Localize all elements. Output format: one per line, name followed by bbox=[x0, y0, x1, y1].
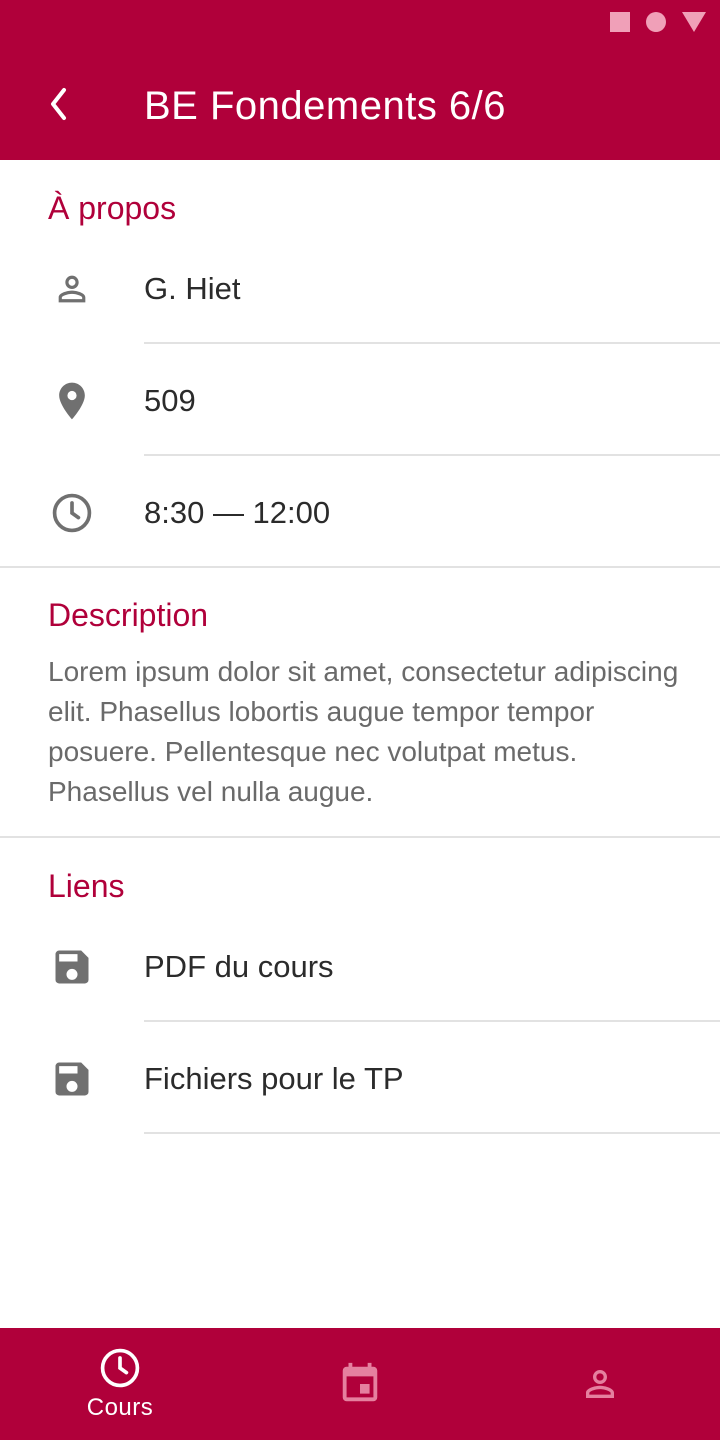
calendar-icon bbox=[342, 1362, 378, 1402]
person-icon bbox=[48, 233, 96, 345]
clock-icon bbox=[48, 457, 96, 569]
link-label: Fichiers pour le TP bbox=[144, 1061, 404, 1096]
chevron-left-icon bbox=[51, 88, 66, 120]
divider bbox=[144, 454, 720, 456]
teacher-row: G. Hiet bbox=[0, 233, 720, 345]
divider bbox=[144, 1132, 720, 1134]
bottom-navigation: Cours bbox=[0, 1328, 720, 1440]
about-section-title: À propos bbox=[48, 190, 177, 226]
room-number: 509 bbox=[144, 383, 196, 418]
room-row: 509 bbox=[0, 345, 720, 457]
section-divider bbox=[0, 836, 720, 838]
divider bbox=[144, 1020, 720, 1022]
app-bar: BE Fondements 6/6 bbox=[0, 0, 720, 160]
nav-tab-profile[interactable] bbox=[480, 1328, 720, 1440]
status-bar bbox=[610, 12, 706, 32]
location-pin-icon bbox=[48, 345, 96, 457]
links-section-title: Liens bbox=[48, 868, 125, 904]
person-icon bbox=[586, 1370, 614, 1398]
description-text: Lorem ipsum dolor sit amet, consectetur … bbox=[48, 656, 679, 807]
nav-tab-calendar[interactable] bbox=[240, 1328, 480, 1440]
link-item-pdf[interactable]: PDF du cours bbox=[0, 911, 720, 1023]
time-row: 8:30 — 12:00 bbox=[0, 457, 720, 569]
triangle-status-icon bbox=[682, 12, 706, 32]
square-status-icon bbox=[610, 12, 630, 32]
nav-tab-cours[interactable]: Cours bbox=[0, 1328, 240, 1440]
circle-status-icon bbox=[646, 12, 666, 32]
description-section-title: Description bbox=[48, 597, 209, 633]
section-divider bbox=[0, 566, 720, 568]
save-icon bbox=[48, 1023, 96, 1135]
divider bbox=[144, 342, 720, 344]
teacher-name: G. Hiet bbox=[144, 271, 241, 306]
back-button[interactable] bbox=[36, 80, 80, 128]
link-label: PDF du cours bbox=[144, 949, 334, 984]
clock-icon bbox=[100, 1348, 140, 1388]
page-title: BE Fondements 6/6 bbox=[144, 84, 507, 128]
save-icon bbox=[48, 911, 96, 1023]
nav-tab-label: Cours bbox=[86, 1394, 154, 1421]
time-range: 8:30 — 12:00 bbox=[144, 495, 331, 530]
link-item-tp-files[interactable]: Fichiers pour le TP bbox=[0, 1023, 720, 1135]
